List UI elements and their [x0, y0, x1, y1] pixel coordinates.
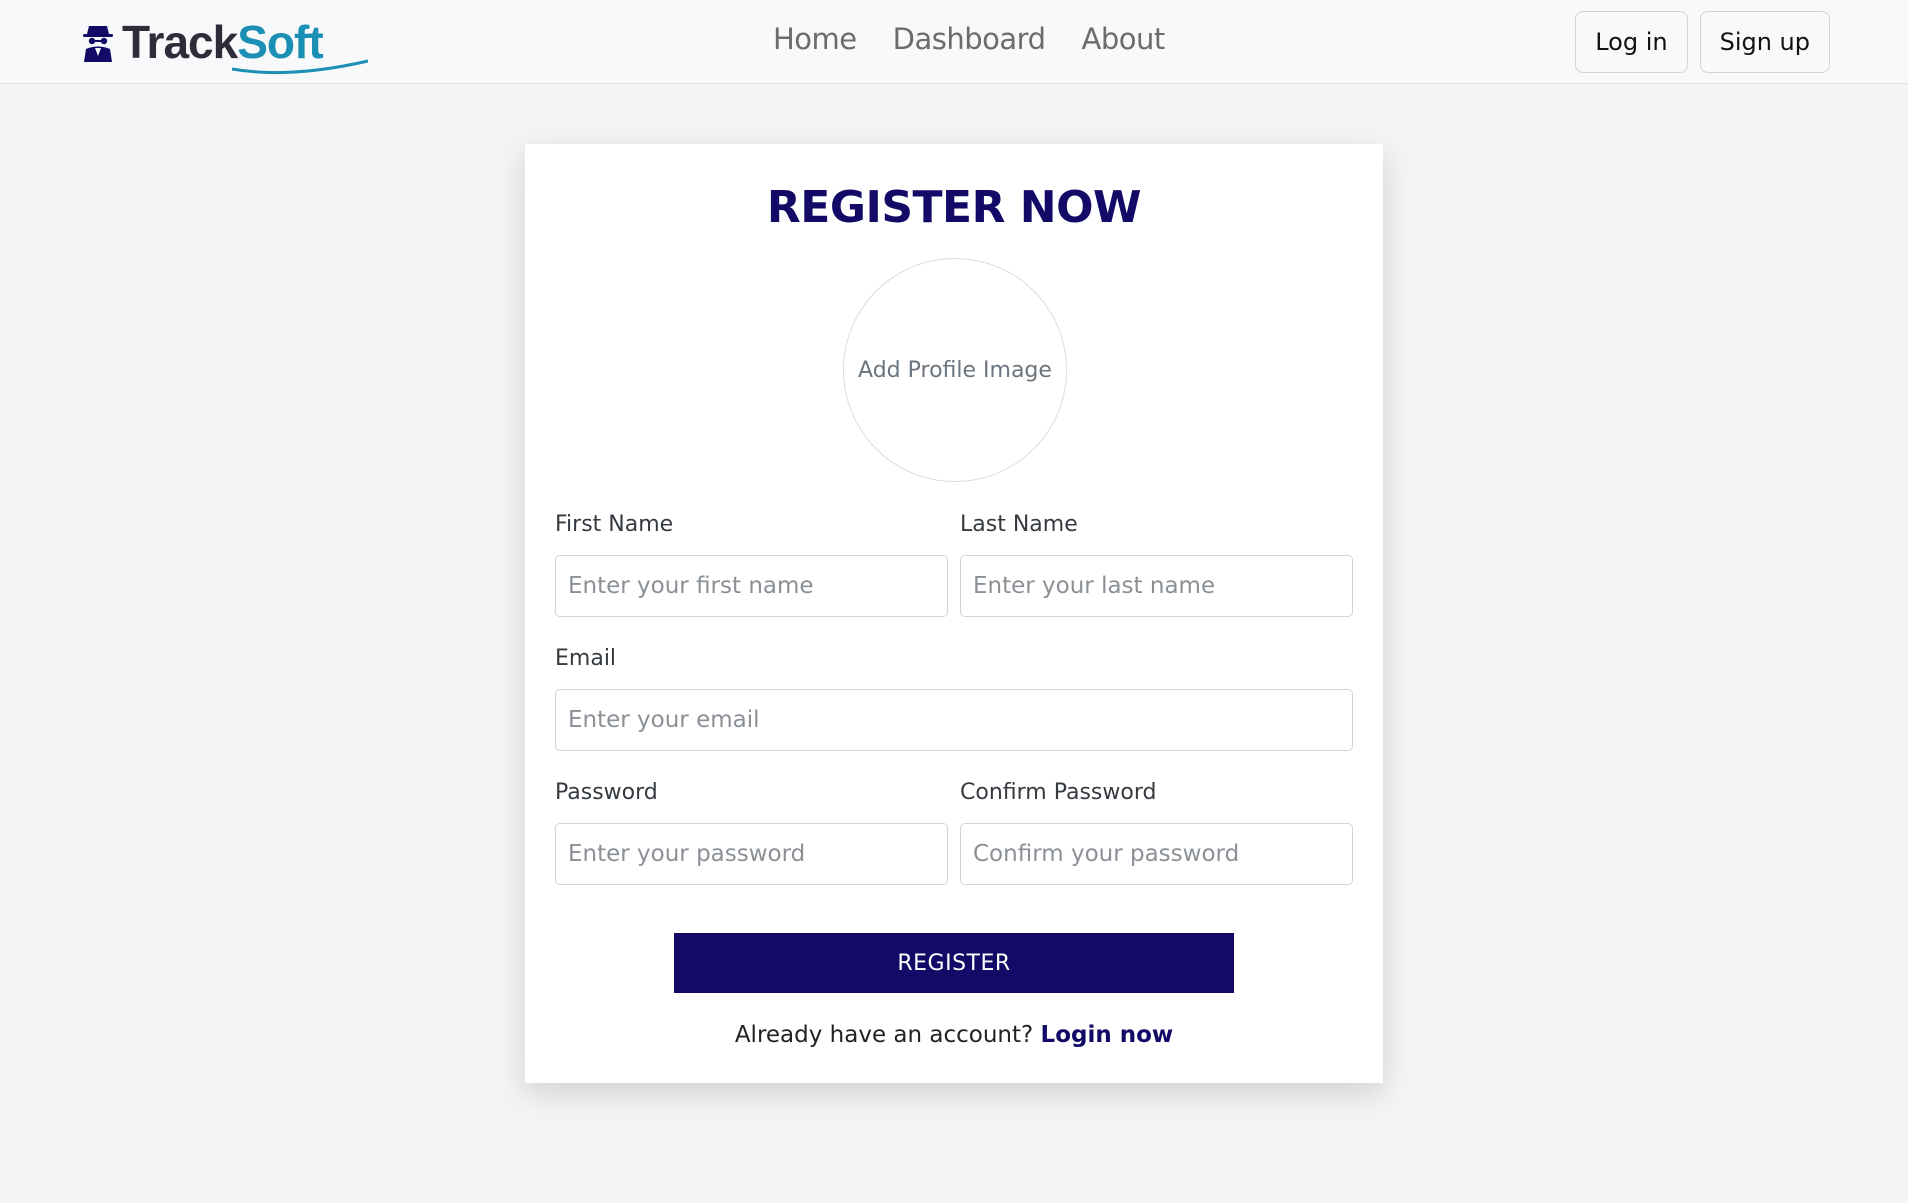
login-button[interactable]: Log in — [1575, 11, 1688, 73]
login-now-link[interactable]: Login now — [1041, 1022, 1174, 1048]
profile-image-label: Add Profile Image — [858, 357, 1052, 383]
email-input[interactable] — [555, 689, 1353, 751]
last-name-input[interactable] — [960, 555, 1353, 617]
register-card: REGISTER NOW Add Profile Image First Nam… — [525, 144, 1383, 1083]
profile-image-upload[interactable]: Add Profile Image — [843, 258, 1067, 482]
nav-links: Home Dashboard About — [773, 22, 1165, 56]
auth-buttons: Log in Sign up — [1575, 11, 1830, 73]
nav-link-about[interactable]: About — [1081, 22, 1165, 56]
last-name-label: Last Name — [960, 512, 1078, 537]
password-label: Password — [555, 780, 658, 805]
login-prompt-line: Already have an account? Login now — [525, 1022, 1383, 1048]
brand-name: TrackSoft — [122, 16, 369, 75]
nav-link-dashboard[interactable]: Dashboard — [893, 22, 1046, 56]
nav-link-home[interactable]: Home — [773, 22, 857, 56]
brand-name-track: Track — [122, 16, 238, 68]
register-button[interactable]: REGISTER — [674, 933, 1234, 993]
first-name-input[interactable] — [555, 555, 948, 617]
spy-icon — [83, 26, 113, 62]
brand-logo[interactable]: TrackSoft — [80, 14, 369, 75]
first-name-label: First Name — [555, 512, 674, 537]
page-title: REGISTER NOW — [766, 182, 1142, 233]
email-label: Email — [555, 646, 617, 671]
password-input[interactable] — [555, 823, 948, 885]
confirm-password-label: Confirm Password — [960, 780, 1157, 805]
signup-button[interactable]: Sign up — [1699, 11, 1830, 73]
navbar: TrackSoft Home Dashboard About Log in Si… — [0, 0, 1908, 84]
confirm-password-input[interactable] — [960, 823, 1353, 885]
login-prompt-text: Already have an account? — [734, 1022, 1034, 1048]
brand-swoosh — [231, 59, 369, 75]
